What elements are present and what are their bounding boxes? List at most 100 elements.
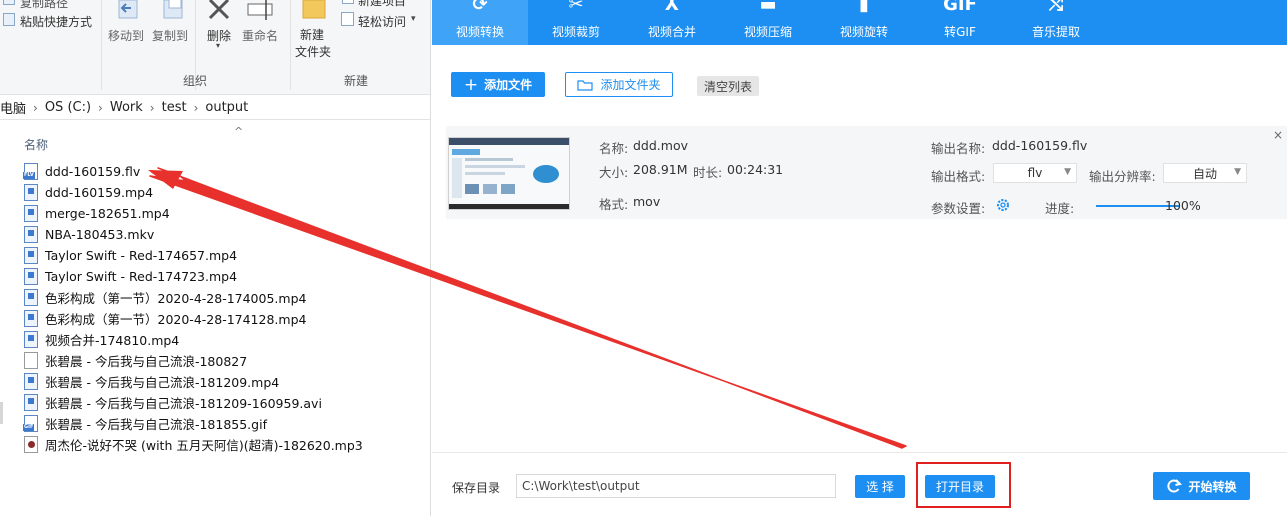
file-name: Taylor Swift - Red-174723.mp4 [45,269,238,284]
breadcrumb[interactable]: 此电脑 › OS (C:) › Work › test › output [0,96,430,120]
nav-tab-label: 视频压缩 [743,25,792,39]
file-list-item[interactable]: 色彩构成（第一节）2020-4-28-174128.mp4 [24,308,424,329]
file-list-item[interactable]: FLV ddd-160159.flv [23,161,424,182]
compress-icon: ▬ [759,0,777,15]
source-format-value: mov [633,194,661,209]
feature-nav: ⟳ 视频转换 ✂ 视频裁剪 ⅄ 视频合并 ▬ 视频压缩 ▮ 视频旋转 GIF 转GIF ⤭ 音乐提取 [432,0,1287,45]
rename-icon [247,0,273,20]
video-file-icon [24,268,38,285]
paste-shortcut-icon [3,13,15,26]
close-icon[interactable]: × [1273,128,1283,142]
copy-to-button[interactable]: 复制到 [148,0,192,44]
nav-tab[interactable]: ⤭ 音乐提取 [1008,0,1104,45]
source-size-label: 大小: [599,165,629,180]
output-name-value[interactable]: ddd-160159.flv [992,138,1087,153]
nav-tab[interactable]: ⅄ 视频合并 [624,0,720,45]
new-folder-label-line1: 新建 [300,28,325,42]
rename-button[interactable]: 重命名 [242,0,282,44]
gear-icon[interactable] [995,197,1011,213]
chevron-down-icon: ▼ [1234,167,1241,177]
folder-icon [577,79,594,91]
nav-tab[interactable]: ▬ 视频压缩 [720,0,816,45]
file-list-item[interactable]: 张碧晨 - 今后我与自己流浪-181209.mp4 [24,371,424,392]
start-convert-button[interactable]: 开始转换 [1153,472,1250,500]
file-list-item[interactable]: 周杰伦-说好不哭 (with 五月天阿信)(超清)-182620.mp3 [24,434,424,455]
breadcrumb-item[interactable]: output [205,100,248,115]
file-list-header: ^ 名称 [0,121,430,161]
add-file-button[interactable]: + 添加文件 [451,72,545,97]
file-name: 视频合并-174810.mp4 [45,333,180,348]
file-list-item[interactable]: 张碧晨 - 今后我与自己流浪-180827 [24,350,424,371]
chevron-right-icon: › [98,100,103,115]
move-to-button[interactable]: 移动到 [105,0,149,44]
file-list-item[interactable]: NBA-180453.mkv [24,224,424,245]
new-folder-label-line2: 文件夹 [295,45,332,59]
save-dir-input[interactable]: C:\Work\test\output [516,474,836,498]
source-duration-value: 00:24:31 [727,162,784,177]
copy-to-icon [163,0,183,19]
output-format-value: flv [1027,166,1043,180]
nav-tab[interactable]: ✂ 视频裁剪 [528,0,624,45]
gif-file-icon: GIF [23,415,38,432]
delete-button[interactable]: 删除 ▾ [200,0,240,50]
column-header-name[interactable]: 名称 [24,136,48,153]
paste-shortcut-button[interactable]: 粘贴快捷方式 [20,13,92,30]
video-file-icon [24,184,38,201]
breadcrumb-item[interactable]: Work [110,100,143,115]
file-list-item[interactable]: merge-182651.mp4 [24,203,424,224]
nav-tab[interactable]: ▮ 视频旋转 [816,0,912,45]
file-list-item[interactable]: ddd-160159.mp4 [24,182,424,203]
file-explorer-window: 复制路径 粘贴快捷方式 移动到 复制到 删除 ▾ 重命名 新建 文件夹 新建项目… [0,0,431,516]
file-list-item[interactable]: 张碧晨 - 今后我与自己流浪-181209-160959.avi [24,392,424,413]
new-folder-button[interactable]: 新建 文件夹 [294,0,334,62]
breadcrumb-item[interactable]: test [162,100,187,115]
scrollbar-thumb[interactable] [0,402,3,424]
rename-label: 重命名 [242,29,279,43]
output-format-select[interactable]: flv ▼ [993,163,1077,183]
chevron-down-icon: ▾ [216,41,221,50]
breadcrumb-item[interactable]: OS (C:) [45,100,91,115]
file-item-card: 名称: ddd.mov 大小: 208.91M 时长: 00:24:31 格式:… [446,126,1287,219]
music-extract-icon: ⤭ [1048,0,1064,15]
choose-dir-button[interactable]: 选 择 [855,475,905,498]
file-list: FLV ddd-160159.flv ddd-160159.mp4 merge-182… [23,161,424,455]
file-name: 张碧晨 - 今后我与自己流浪-181855.gif [45,417,267,432]
ribbon-group-new: 新建 [344,74,369,88]
copy-path-icon [3,0,15,5]
video-file-icon [24,373,38,390]
video-file-icon [24,331,38,348]
nav-tab[interactable]: GIF 转GIF [912,0,1008,45]
clear-list-button[interactable]: 清空列表 [697,76,759,96]
file-list-item[interactable]: Taylor Swift - Red-174657.mp4 [24,245,424,266]
nav-tab[interactable]: ⟳ 视频转换 [432,0,528,45]
file-name: ddd-160159.mp4 [45,185,154,200]
file-list-item[interactable]: GIF 张碧晨 - 今后我与自己流浪-181855.gif [23,413,424,434]
add-folder-button[interactable]: 添加文件夹 [565,72,673,97]
output-resolution-value: 自动 [1192,166,1217,181]
progress-value: 100% [1165,198,1201,213]
merge-icon: ⅄ [665,0,679,15]
output-resolution-label: 输出分辨率: [1089,169,1156,184]
easy-access-button[interactable]: 轻松访问 [358,13,406,30]
ribbon-divider [101,0,102,90]
file-list-item[interactable]: 色彩构成（第一节）2020-4-28-174005.mp4 [24,287,424,308]
move-to-label: 移动到 [108,29,145,43]
new-item-button[interactable]: 新建项目 [358,0,406,9]
output-resolution-select[interactable]: 自动 ▼ [1163,163,1247,183]
output-name-label: 输出名称: [931,141,986,156]
chevron-right-icon: › [193,100,199,115]
chevron-right-icon: › [149,100,155,115]
delete-icon [208,0,230,20]
source-size-value: 208.91M [633,162,688,177]
file-name: 张碧晨 - 今后我与自己流浪-181209-160959.avi [45,396,322,411]
output-format-label: 输出格式: [931,169,986,184]
chevron-right-icon: › [33,100,38,115]
gif-icon: GIF [943,0,977,15]
flv-file-icon: FLV [23,163,38,180]
copy-path-button[interactable]: 复制路径 [20,0,68,11]
file-list-item[interactable]: Taylor Swift - Red-174723.mp4 [24,266,424,287]
video-file-icon [24,394,38,411]
file-list-item[interactable]: 视频合并-174810.mp4 [24,329,424,350]
blank-file-icon [24,352,38,369]
breadcrumb-item[interactable]: 此电脑 [0,98,26,117]
